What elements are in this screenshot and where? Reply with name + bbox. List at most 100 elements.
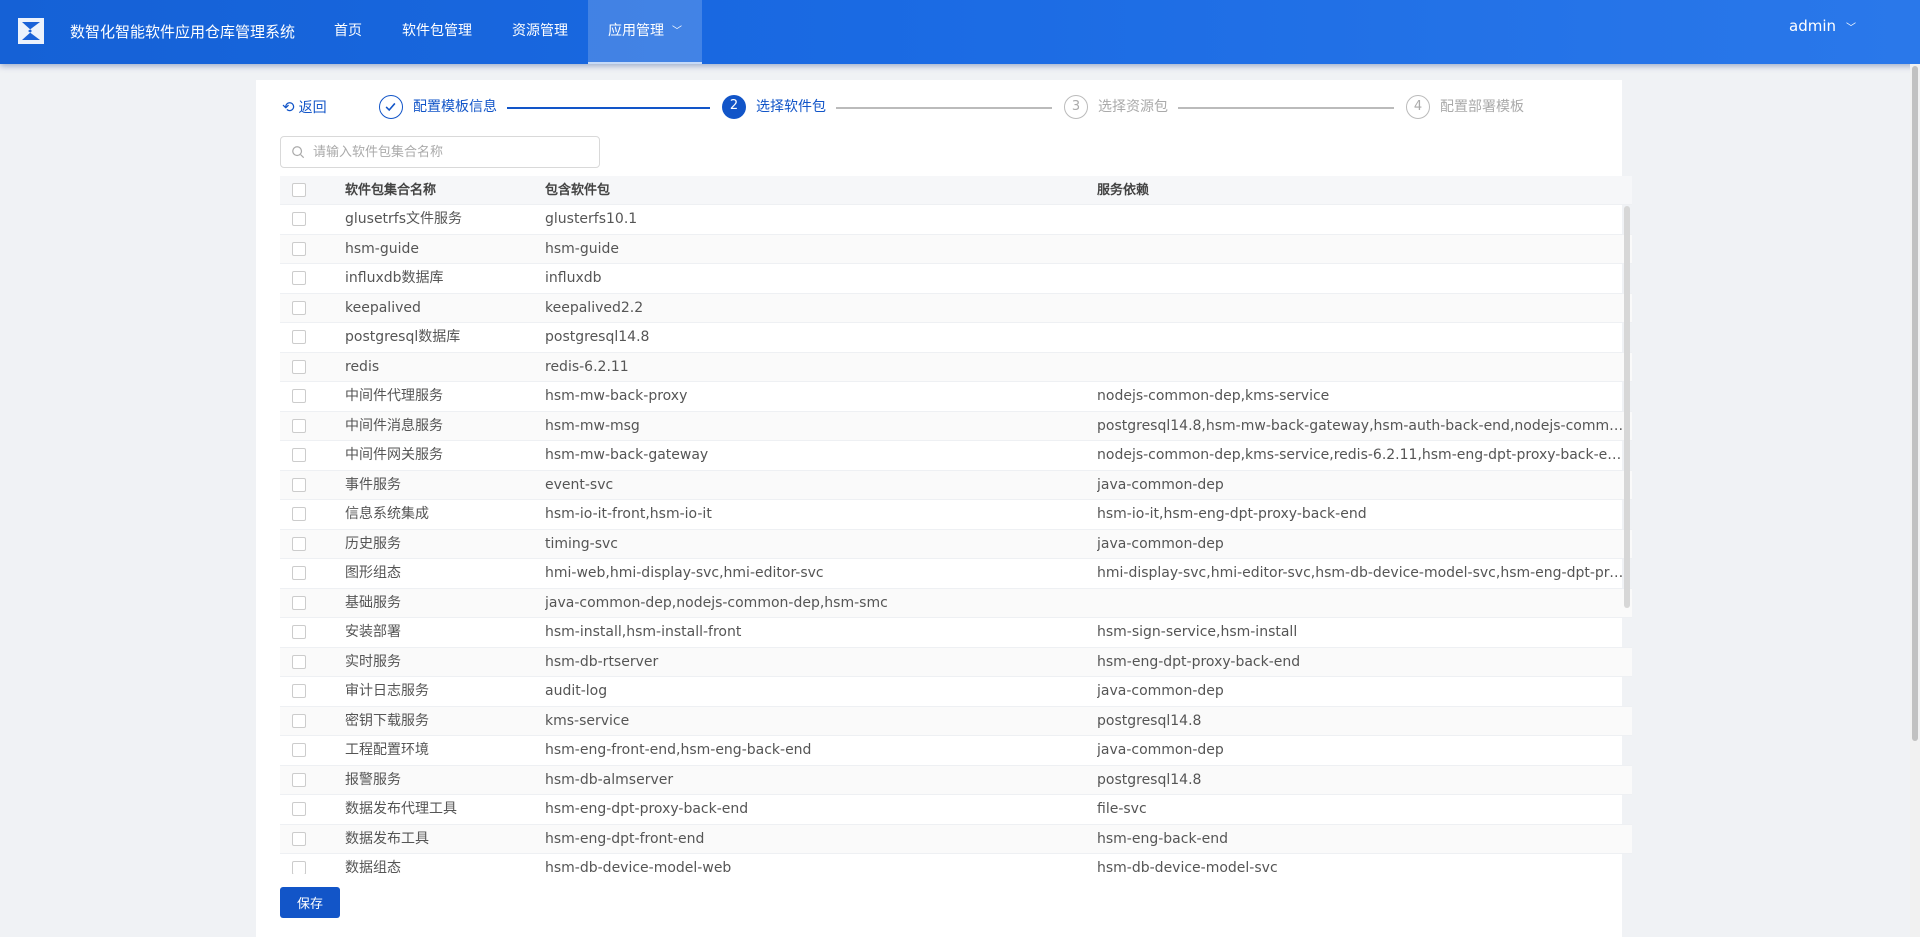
table-scrollbar[interactable] — [1624, 206, 1630, 608]
step-2-label: 选择软件包 — [756, 99, 826, 115]
dependencies-cell: postgresql14.8,hsm-mw-back-gateway,hsm-a… — [1097, 417, 1624, 434]
table-row[interactable]: 基础服务 java-common-dep,nodejs-common-dep,hs… — [280, 588, 1632, 618]
table-row[interactable]: 中间件消息服务 hsm-mw-msg postgresql14.8,hsm-mw-b… — [280, 411, 1632, 441]
table-row[interactable]: 历史服务 timing-svc java-common-dep — [280, 529, 1632, 559]
app-title: 数智化智能软件应用仓库管理系统 — [70, 23, 296, 41]
table-row[interactable]: 审计日志服务 audit-log java-common-dep — [280, 677, 1632, 707]
table-row[interactable]: 密钥下载服务 kms-service postgresql14.8 — [280, 706, 1632, 736]
dependencies-cell — [1097, 294, 1624, 323]
table-row[interactable]: 中间件代理服务 hsm-mw-back-proxy nodejs-common-de… — [280, 382, 1632, 412]
packages-cell: influxdb — [545, 270, 602, 286]
step-connector-1 — [507, 107, 710, 109]
nav-resources[interactable]: 资源管理 — [492, 0, 588, 64]
packages-cell: postgresql14.8 — [545, 329, 650, 345]
set-name-cell: postgresql数据库 — [345, 329, 461, 345]
table-row[interactable]: 图形组态 hmi-web,hmi-display-svc,hmi-editor-s… — [280, 559, 1632, 589]
row-checkbox[interactable] — [292, 625, 306, 639]
nav-applications[interactable]: 应用管理 ﹀ — [588, 0, 702, 64]
dependencies-cell — [1097, 205, 1624, 234]
row-checkbox[interactable] — [292, 861, 306, 874]
page-scrollbar-thumb[interactable] — [1912, 66, 1918, 741]
nav-software-packages[interactable]: 软件包管理 — [382, 0, 492, 64]
set-name-cell: 密钥下载服务 — [345, 712, 429, 729]
dependencies-cell: hsm-io-it,hsm-eng-dpt-proxy-back-end — [1097, 506, 1367, 522]
packages-cell: glusterfs10.1 — [545, 211, 638, 227]
table-row[interactable]: influxdb数据库 influxdb — [280, 264, 1632, 294]
dependencies-cell: java-common-dep — [1097, 742, 1224, 758]
step-bar: ⟲ 返回 配置模板信息 2 选择软件包 3 选择资源包 4 配置部署模板 — [256, 94, 1622, 120]
table-row[interactable]: 数据发布代理工具 hsm-eng-dpt-proxy-back-end file-s… — [280, 795, 1632, 825]
nav-home[interactable]: 首页 — [314, 0, 382, 64]
table-row[interactable]: 信息系统集成 hsm-io-it-front,hsm-io-it hsm-io-it… — [280, 500, 1632, 530]
row-checkbox[interactable] — [292, 448, 306, 462]
row-checkbox[interactable] — [292, 300, 306, 315]
row-checkbox[interactable] — [292, 802, 306, 816]
table-row[interactable]: 安装部署 hsm-install,hsm-install-front hsm-sig… — [280, 618, 1632, 648]
column-header-packages[interactable]: 包含软件包 — [545, 176, 1085, 204]
step-connector-3 — [1178, 107, 1394, 109]
row-checkbox[interactable] — [292, 772, 306, 787]
table-row[interactable]: 实时服务 hsm-db-rtserver hsm-eng-dpt-proxy-bac… — [280, 647, 1632, 677]
row-checkbox[interactable] — [292, 212, 306, 226]
row-checkbox[interactable] — [292, 713, 306, 728]
column-header-dependencies[interactable]: 服务依赖 — [1097, 176, 1624, 204]
user-menu[interactable]: admin ﹀ — [1789, 0, 1856, 52]
packages-cell: keepalived2.2 — [545, 299, 644, 316]
row-checkbox[interactable] — [292, 241, 306, 256]
table-row[interactable]: postgresql数据库 postgresql14.8 — [280, 323, 1632, 353]
table-row[interactable]: 数据组态 hsm-db-device-model-web hsm-db-device… — [280, 854, 1632, 874]
table-row[interactable]: 报警服务 hsm-db-almserver postgresql14.8 — [280, 765, 1632, 795]
dependencies-cell: postgresql14.8 — [1097, 771, 1202, 788]
packages-cell: hsm-mw-msg — [545, 417, 640, 434]
row-checkbox[interactable] — [292, 536, 306, 551]
packages-cell: hsm-io-it-front,hsm-io-it — [545, 506, 712, 522]
row-checkbox[interactable] — [292, 271, 306, 285]
content-panel: ⟲返回 配置模板信息 2 选择软件包 3 选择资源包 4 配置部署模板 软件包集… — [256, 80, 1632, 937]
page-scrollbar[interactable] — [1910, 64, 1920, 937]
row-checkbox[interactable] — [292, 477, 306, 492]
save-button[interactable]: 保存 — [280, 887, 340, 918]
step-3-label: 选择资源包 — [1098, 99, 1168, 115]
row-checkbox[interactable] — [292, 654, 306, 669]
back-button[interactable]: ⟲ 返回 — [282, 94, 327, 120]
step-1-check-icon — [379, 95, 403, 119]
table-row[interactable]: redis redis-6.2.11 — [280, 352, 1632, 382]
dependencies-cell: nodejs-common-dep,kms-service — [1097, 388, 1330, 404]
packages-cell: hmi-web,hmi-display-svc,hmi-editor-svc — [545, 565, 824, 581]
dependencies-cell — [1097, 235, 1624, 264]
table-row[interactable]: 中间件网关服务 hsm-mw-back-gateway nodejs-common-… — [280, 441, 1632, 471]
set-name-cell: 安装部署 — [345, 624, 401, 640]
step-4-label: 配置部署模板 — [1440, 99, 1524, 115]
row-checkbox[interactable] — [292, 359, 306, 374]
row-checkbox[interactable] — [292, 389, 306, 403]
row-checkbox[interactable] — [292, 743, 306, 757]
set-name-cell: 数据发布代理工具 — [345, 801, 457, 817]
table-row[interactable]: 工程配置环境 hsm-eng-front-end,hsm-eng-back-end… — [280, 736, 1632, 766]
dependencies-cell — [1097, 323, 1624, 352]
package-set-table: 软件包集合名称 包含软件包 服务依赖 glusetrfs文件服务 glusterf… — [280, 176, 1632, 874]
table-row[interactable]: 数据发布工具 hsm-eng-dpt-front-end hsm-eng-back-… — [280, 824, 1632, 854]
table-row[interactable]: hsm-guide hsm-guide — [280, 234, 1632, 264]
dependencies-cell: hmi-display-svc,hmi-editor-svc,hsm-db-de… — [1097, 565, 1624, 581]
select-all-checkbox[interactable] — [292, 183, 306, 197]
row-checkbox[interactable] — [292, 684, 306, 698]
row-checkbox[interactable] — [292, 330, 306, 344]
table-row[interactable]: keepalived keepalived2.2 — [280, 293, 1632, 323]
packages-cell: event-svc — [545, 476, 614, 493]
table-row[interactable]: glusetrfs文件服务 glusterfs10.1 — [280, 205, 1632, 235]
nav-resources-label: 资源管理 — [512, 23, 568, 39]
packages-cell: hsm-mw-back-gateway — [545, 447, 709, 463]
nav-home-label: 首页 — [334, 23, 362, 39]
packages-cell: hsm-install,hsm-install-front — [545, 624, 742, 640]
row-checkbox[interactable] — [292, 507, 306, 521]
column-header-set-name[interactable]: 软件包集合名称 — [345, 176, 535, 204]
row-checkbox[interactable] — [292, 418, 306, 433]
set-name-cell: 图形组态 — [345, 565, 401, 581]
search-input[interactable] — [313, 137, 593, 167]
step-2-number: 2 — [722, 95, 746, 119]
row-checkbox[interactable] — [292, 831, 306, 846]
set-name-cell: keepalived — [345, 299, 421, 316]
row-checkbox[interactable] — [292, 595, 306, 610]
table-row[interactable]: 事件服务 event-svc java-common-dep — [280, 470, 1632, 500]
row-checkbox[interactable] — [292, 566, 306, 580]
